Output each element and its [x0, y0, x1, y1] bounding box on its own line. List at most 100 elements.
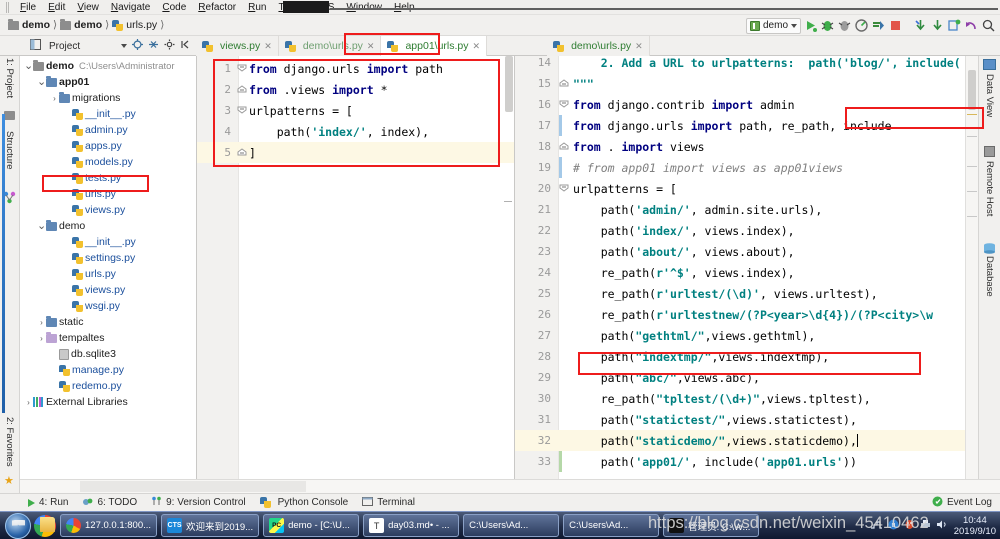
editor-right-scrollbar-thumb[interactable] [968, 70, 976, 110]
fold-marker-icon[interactable] [559, 78, 569, 88]
code-line-33[interactable]: 33 path('app01/', include('app01.urls')) [515, 451, 978, 472]
code-line-32[interactable]: 32 path("staticdemo/",views.staticdemo), [515, 430, 978, 451]
taskbar-button-1[interactable]: CTS 欢迎来到2019... [161, 514, 260, 537]
code-line-22[interactable]: 22 path('index/', views.index), [515, 220, 978, 241]
status-item-todo[interactable]: 6: TODO [82, 496, 137, 510]
status-item-version-control[interactable]: 9: Version Control [151, 496, 246, 510]
code-line-2[interactable]: 2 from .views import * [197, 79, 514, 100]
tray-network-icon[interactable] [870, 519, 883, 532]
editor-tab-3[interactable]: demo\urls.py ✕ [547, 36, 650, 56]
code-line-3[interactable]: 3 urlpatterns = [ [197, 100, 514, 121]
taskbar-button-4[interactable]: C:\Users\Ad... [40, 514, 560, 537]
status-item-terminal[interactable]: Terminal [362, 496, 415, 510]
code-line-30[interactable]: 30 re_path("tpltest/(\d+)",views.tpltest… [515, 388, 978, 409]
strip-button-structure[interactable]: Structure [4, 131, 15, 170]
code-line-25[interactable]: 25 re_path(r'urltest/(\d)', views.urltes… [515, 283, 978, 304]
tree-node-tests-py[interactable]: tests.py [20, 170, 196, 186]
code-line-4[interactable]: 4 path('index/', index), [197, 121, 514, 142]
code-line-20[interactable]: 20 urlpatterns = [ [515, 178, 978, 199]
menu-item-refactor[interactable]: Refactor [192, 0, 242, 15]
fold-marker-icon[interactable] [559, 141, 569, 151]
coverage-icon[interactable] [837, 18, 852, 33]
status-item-python-console[interactable]: Python Console [259, 497, 348, 508]
tray-printer-icon[interactable] [920, 519, 931, 532]
chevron-right-icon[interactable]: › [24, 398, 33, 407]
strip-button-data-view[interactable]: Data View [984, 74, 995, 117]
editor-tab-0[interactable]: views.py ✕ [196, 36, 279, 56]
tree-node-static[interactable]: › static [20, 314, 196, 330]
menu-item-file[interactable]: File [14, 0, 42, 15]
tree-node-app01[interactable]: ⌄ app01 [20, 74, 196, 90]
code-line-26[interactable]: 26 re_path(r'urltestnew/(?P<year>\d{4})/… [515, 304, 978, 325]
breadcrumb-item-2[interactable]: urls.py [126, 19, 157, 31]
tree-node---init---py[interactable]: __init__.py [20, 106, 196, 122]
tree-node-urls-py[interactable]: urls.py [20, 186, 196, 202]
tree-node-external-libraries[interactable]: › External Libraries [20, 394, 196, 410]
tray-qq-icon[interactable] [904, 519, 915, 532]
breadcrumb-item-1[interactable]: demo [74, 19, 102, 31]
menu-item-run[interactable]: Run [242, 0, 272, 15]
code-line-19[interactable]: 19 # from app01 import views as app01view… [515, 157, 978, 178]
code-line-27[interactable]: 27 path("gethtml/",views.gethtml), [515, 325, 978, 346]
code-line-31[interactable]: 31 path("statictest/",views.statictest), [515, 409, 978, 430]
strip-button-remote-host[interactable]: Remote Host [984, 161, 995, 216]
tree-node-demo[interactable]: ⌄ demo C:\Users\Administrator [20, 58, 196, 74]
breadcrumb[interactable]: demo ⟩ demo ⟩ urls.py ⟩ [8, 18, 167, 31]
code-line-28[interactable]: 28 path("indextmp/",views.indextmp), [515, 346, 978, 367]
taskbar-button-6[interactable]: 管理员: C:\W... [663, 514, 760, 537]
fold-marker-icon[interactable] [237, 105, 247, 115]
code-line-17[interactable]: 17 from django.urls import path, re_path,… [515, 115, 978, 136]
editor-tab-2[interactable]: app01\urls.py ✕ [381, 36, 488, 56]
tree-node-wsgi-py[interactable]: wsgi.py [20, 298, 196, 314]
strip-button-database[interactable]: Database [984, 256, 995, 297]
tree-node-manage-py[interactable]: manage.py [20, 362, 196, 378]
profile-icon[interactable] [854, 18, 869, 33]
start-button[interactable] [5, 512, 31, 539]
tree-node-urls-py[interactable]: urls.py [20, 266, 196, 282]
strip-button-favorites[interactable]: 2: Favorites [4, 417, 15, 467]
chevron-right-icon[interactable]: › [50, 94, 59, 103]
code-line-1[interactable]: 1 from django.urls import path [197, 58, 514, 79]
fold-marker-icon[interactable] [237, 147, 247, 157]
taskbar-button-5[interactable]: C:\Users\Ad... [40, 514, 660, 537]
project-tree[interactable]: ⌄ demo C:\Users\Administrator ⌄ app01 › migrat… [20, 56, 197, 493]
tree-node-apps-py[interactable]: apps.py [20, 138, 196, 154]
chevron-right-icon[interactable]: › [37, 334, 46, 343]
editor-tab-1[interactable]: demo\urls.py ✕ [278, 36, 382, 56]
tree-node-migrations[interactable]: › migrations [20, 90, 196, 106]
editor-right-marker-column[interactable] [965, 56, 978, 493]
tree-node-tempaltes[interactable]: › tempaltes [20, 330, 196, 346]
tree-node-admin-py[interactable]: admin.py [20, 122, 196, 138]
stop-icon[interactable] [888, 18, 903, 33]
breadcrumb-item-0[interactable]: demo [22, 19, 50, 31]
menu-item-view[interactable]: View [71, 0, 105, 15]
fold-marker-icon[interactable] [237, 84, 247, 94]
tree-node---init---py[interactable]: __init__.py [20, 234, 196, 250]
code-line-29[interactable]: 29 path("abc/",views.abc), [515, 367, 978, 388]
editor-left-scrollbar[interactable] [505, 56, 513, 112]
tree-node-views-py[interactable]: views.py [20, 282, 196, 298]
debug-icon[interactable] [820, 18, 835, 33]
chevron-down-icon[interactable]: ⌄ [37, 77, 46, 88]
fold-marker-icon[interactable] [237, 63, 247, 73]
editor-app01-urls[interactable]: 1 from django.urls import path 2 from .view… [197, 56, 515, 493]
chevron-down-icon[interactable]: ⌄ [37, 221, 46, 232]
taskbar-button-0[interactable]: 127.0.0.1:800... [60, 514, 158, 537]
status-item-event-log[interactable]: Event Log [932, 496, 1000, 510]
close-icon[interactable]: ✕ [367, 41, 375, 52]
chevron-down-icon[interactable]: ⌄ [24, 61, 33, 72]
tree-node-redemo-py[interactable]: redemo.py [20, 378, 196, 394]
collapse-all-icon[interactable] [148, 39, 159, 53]
tray-app-icon[interactable]: u [888, 519, 899, 532]
code-line-18[interactable]: 18 from . import views [515, 136, 978, 157]
code-line-14[interactable]: 14 2. Add a URL to urlpatterns: path('bl… [515, 56, 978, 73]
locate-icon[interactable] [132, 39, 143, 53]
run-icon[interactable] [803, 18, 818, 33]
menu-item-navigate[interactable]: Navigate [105, 0, 156, 15]
tree-node-demo[interactable]: ⌄ demo [20, 218, 196, 234]
close-icon[interactable]: ✕ [635, 41, 643, 52]
gear-icon[interactable] [164, 39, 175, 53]
code-line-5[interactable]: 5] [197, 142, 514, 163]
run-configuration-selector[interactable]: demo [745, 17, 801, 34]
close-icon[interactable]: ✕ [264, 41, 272, 52]
